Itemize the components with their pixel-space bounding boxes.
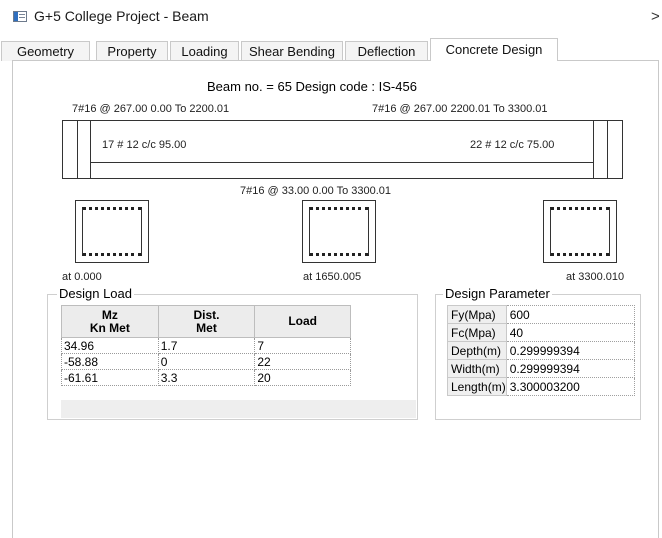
cell-dist: 3.3 [157, 369, 256, 386]
section-mid-core [309, 207, 369, 256]
beam-right-line-outer [607, 120, 608, 179]
param-key: Length(m) [447, 377, 507, 396]
section-start-core [82, 207, 142, 256]
top-right-rebar-label: 7#16 @ 267.00 2200.01 To 3300.01 [372, 103, 548, 115]
param-key: Depth(m) [447, 341, 507, 360]
app-window-icon [13, 11, 27, 22]
beam-bottom-rebar-line [90, 162, 593, 163]
section-mid [302, 200, 376, 263]
param-row-fc[interactable]: Fc(Mpa) 40 [447, 323, 636, 342]
col-mz-line1: Mz [101, 307, 118, 322]
tab-property[interactable]: Property [96, 41, 168, 61]
cell-dist: 1.7 [157, 337, 256, 354]
tab-deflection[interactable]: Deflection [345, 41, 428, 61]
design-parameter-table: Fy(Mpa) 600 Fc(Mpa) 40 Depth(m) 0.299999… [447, 305, 636, 396]
section-start [75, 200, 149, 263]
col-load-header: Load [254, 305, 351, 338]
design-load-title: Design Load [57, 286, 134, 301]
table-row[interactable]: -58.88 0 22 [61, 353, 351, 370]
close-icon[interactable]: > [651, 8, 660, 25]
section-end-core [550, 207, 610, 256]
param-value: 3.300003200 [505, 377, 636, 396]
section-end-label: at 3300.010 [566, 271, 625, 283]
param-row-width[interactable]: Width(m) 0.299999394 [447, 359, 636, 378]
section-start-label: at 0.000 [62, 271, 102, 283]
param-row-depth[interactable]: Depth(m) 0.299999394 [447, 341, 636, 360]
param-key: Fc(Mpa) [447, 323, 507, 342]
design-load-grid-empty-area [61, 400, 416, 418]
cell-dist: 0 [157, 353, 256, 370]
design-load-table: Mz Kn Met Dist. Met Load 34.96 1.7 7 -58… [61, 305, 351, 386]
tab-strip: Geometry Property Loading Shear Bending … [0, 37, 662, 61]
section-mid-label: at 1650.005 [303, 271, 362, 283]
design-header: Beam no. = 65 Design code : IS-456 [207, 79, 417, 94]
param-value: 0.299999394 [505, 359, 636, 378]
window-title: G+5 College Project - Beam [34, 8, 209, 24]
tab-geometry[interactable]: Geometry [1, 41, 90, 61]
param-row-length[interactable]: Length(m) 3.300003200 [447, 377, 636, 396]
col-mz-header: Mz Kn Met [61, 305, 159, 338]
beam-right-line-inner [593, 120, 594, 179]
design-parameter-title: Design Parameter [443, 286, 552, 301]
col-mz-line2: Kn Met [89, 320, 130, 335]
col-dist-header: Dist. Met [157, 305, 256, 338]
col-dist-line1: Dist. [193, 307, 220, 322]
top-left-rebar-label: 7#16 @ 267.00 0.00 To 2200.01 [72, 103, 230, 115]
param-value: 600 [505, 305, 636, 324]
cell-load: 7 [254, 337, 351, 354]
cell-mz: -61.61 [61, 369, 159, 386]
cell-mz: 34.96 [61, 337, 159, 354]
tab-concrete-design[interactable]: Concrete Design [430, 38, 558, 61]
col-dist-line2: Met [196, 320, 217, 335]
stirrups-left-label: 17 # 12 c/c 95.00 [102, 139, 187, 151]
title-bar: G+5 College Project - Beam > [0, 0, 662, 33]
param-value: 40 [505, 323, 636, 342]
table-header-row: Mz Kn Met Dist. Met Load [61, 305, 351, 338]
cell-mz: -58.88 [61, 353, 159, 370]
param-value: 0.299999394 [505, 341, 636, 360]
param-key: Width(m) [447, 359, 507, 378]
stirrups-right-label: 22 # 12 c/c 75.00 [470, 139, 555, 151]
param-row-fy[interactable]: Fy(Mpa) 600 [447, 305, 636, 324]
param-key: Fy(Mpa) [447, 305, 507, 324]
cell-load: 20 [254, 369, 351, 386]
tab-shear-bending[interactable]: Shear Bending [241, 41, 343, 61]
section-end [543, 200, 617, 263]
table-row[interactable]: -61.61 3.3 20 [61, 369, 351, 386]
tab-loading[interactable]: Loading [170, 41, 239, 61]
beam-left-line-outer [77, 120, 78, 179]
table-row[interactable]: 34.96 1.7 7 [61, 337, 351, 354]
bottom-rebar-label: 7#16 @ 33.00 0.00 To 3300.01 [240, 185, 392, 197]
cell-load: 22 [254, 353, 351, 370]
beam-left-line-inner [90, 120, 91, 179]
